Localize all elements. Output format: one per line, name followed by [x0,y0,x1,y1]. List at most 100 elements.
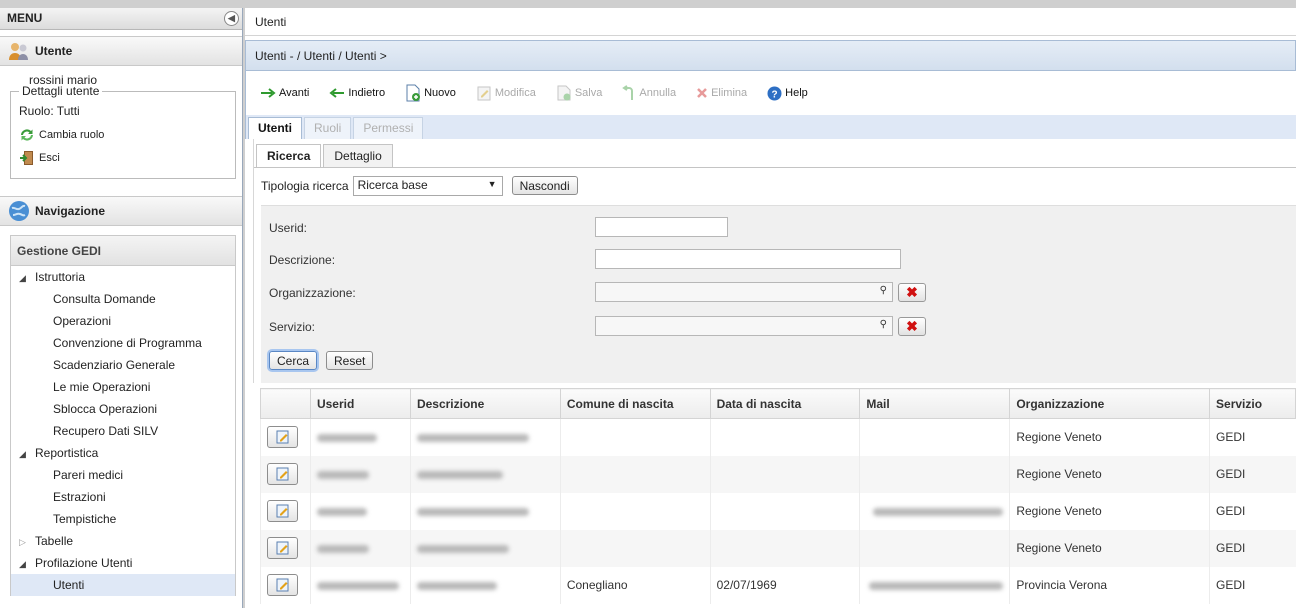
tree-node-reportistica[interactable]: ◢ Reportistica [11,442,235,464]
tree-item-convenzione-di-programma[interactable]: Convenzione di Programma [11,332,235,354]
redacted-descrizione [416,470,503,479]
redacted-userid [316,581,399,590]
clear-servizio-button[interactable]: ✖ [898,317,926,336]
expanded-arrow-icon[interactable]: ◢ [19,267,35,289]
tree-node-istruttoria[interactable]: ◢ Istruttoria [11,266,235,288]
organizzazione-input[interactable]: ⚲ [595,282,893,302]
tab-ruoli[interactable]: Ruoli [304,117,352,139]
cell-comune [559,492,711,530]
tree-item-consulta-domande[interactable]: Consulta Domande [11,288,235,310]
edit-icon [276,467,288,481]
group-gestione-gedi[interactable]: Gestione GEDI [10,235,236,266]
dropdown-arrow-icon: ▼ [487,178,497,189]
change-role-link[interactable]: Cambia ruolo [19,124,227,146]
expanded-arrow-icon[interactable]: ◢ [19,553,35,575]
tree-item-scadenziario-generale[interactable]: Scadenziario Generale [11,354,235,376]
descrizione-input[interactable] [595,249,901,269]
table-row: Conegliano 02/07/1969 Provincia Verona G… [260,566,1296,604]
collapse-menu-icon[interactable]: ◀ [224,11,239,26]
tree-item-le-mie-operazioni[interactable]: Le mie Operazioni [11,376,235,398]
column-header-servizio[interactable]: Servizio [1209,388,1296,419]
toolbar: Avanti Indietro Nuovo Modifica Salva Ann… [245,71,1296,115]
table-row: Regione Veneto GEDI [260,418,1296,456]
tab-utenti[interactable]: Utenti [248,117,302,139]
edit-row-button[interactable] [267,500,298,522]
tree-item-pareri-medici[interactable]: Pareri medici [11,464,235,486]
cell-organizzazione: Regione Veneto [1009,455,1210,493]
window-title: Utenti [245,8,1296,36]
nascondi-button[interactable]: Nascondi [511,176,578,195]
column-header-descrizione[interactable]: Descrizione [409,388,561,419]
edit-row-button[interactable] [267,463,298,485]
column-header-data-nascita[interactable]: Data di nascita [709,388,861,419]
edit-row-button[interactable] [267,426,298,449]
undo-icon [622,85,634,100]
edit-icon [276,541,288,555]
sidebar: MENU ◀ Utente rossini mario Dettagli ute… [0,8,243,608]
tree-item-tempistiche[interactable]: Tempistiche [11,508,235,530]
user-panel-title: Utente [35,44,73,58]
tree-item-estrazioni[interactable]: Estrazioni [11,486,235,508]
descrizione-label: Descrizione: [269,253,336,267]
cell-organizzazione: Regione Veneto [1009,492,1210,530]
redacted-mail [869,581,1004,590]
close-icon: ✖ [906,284,918,300]
column-header-organizzazione[interactable]: Organizzazione [1009,388,1211,419]
user-details: Dettagli utente Ruolo: Tutti Cambia ruol… [10,84,236,179]
column-header-userid[interactable]: Userid [309,388,411,419]
edit-row-button[interactable] [267,537,298,559]
modifica-button[interactable]: Modifica [476,85,536,101]
column-header-mail[interactable]: Mail [859,388,1011,419]
search-icon[interactable]: ⚲ [880,319,887,330]
cell-organizzazione: Provincia Verona [1009,566,1210,604]
cell-organizzazione: Regione Veneto [1009,529,1210,567]
collapsed-arrow-icon[interactable]: ▷ [19,531,35,553]
clear-organizzazione-button[interactable]: ✖ [898,283,926,302]
cell-comune [559,529,711,567]
logout-link[interactable]: Esci [19,146,227,170]
servizio-input[interactable]: ⚲ [595,316,893,336]
annulla-button[interactable]: Annulla [622,85,676,101]
tab-dettaglio[interactable]: Dettaglio [323,144,393,167]
servizio-label: Servizio: [269,320,316,334]
avanti-button[interactable]: Avanti [260,87,309,99]
redacted-descrizione [416,507,529,516]
edit-icon [276,430,288,444]
tree-node-tabelle[interactable]: ▷ Tabelle [11,530,235,552]
exit-door-icon [20,151,33,165]
expanded-arrow-icon[interactable]: ◢ [19,443,35,465]
edit-row-button[interactable] [267,574,298,596]
redacted-descrizione [416,434,529,443]
redacted-descrizione [416,581,497,590]
search-type-select[interactable]: Ricerca base ▼ [352,175,503,196]
cell-comune [559,455,711,493]
table-row: Regione Veneto GEDI [260,492,1296,530]
userid-input[interactable] [595,217,728,237]
nuovo-button[interactable]: Nuovo [405,84,456,102]
column-header-comune[interactable]: Comune di nascita [559,388,711,419]
tab-ricerca[interactable]: Ricerca [256,144,322,167]
cell-servizio: GEDI [1209,455,1296,493]
reset-button[interactable]: Reset [326,351,374,370]
elimina-button[interactable]: Elimina [696,87,747,99]
user-icon [9,43,28,60]
tab-permessi[interactable]: Permessi [353,117,424,139]
tree-item-operazioni[interactable]: Operazioni [11,310,235,332]
change-role-label: Cambia ruolo [39,129,105,141]
user-panel-header[interactable]: Utente [0,36,242,66]
user-details-legend: Dettagli utente [22,84,100,98]
tree-node-profilazione-utenti[interactable]: ◢ Profilazione Utenti [11,552,235,574]
tree-item-sblocca-operazioni[interactable]: Sblocca Operazioni [11,398,235,420]
salva-button[interactable]: Salva [556,85,602,101]
cell-servizio: GEDI [1209,418,1296,456]
help-button[interactable]: ? Help [767,86,808,101]
tree-item-recupero-dati-silv[interactable]: Recupero Dati SILV [11,420,235,442]
search-icon[interactable]: ⚲ [880,285,887,296]
indietro-button[interactable]: Indietro [329,87,385,99]
refresh-icon [21,129,33,141]
tree-item-utenti[interactable]: Utenti [11,574,235,596]
redacted-userid [316,434,377,443]
cerca-button[interactable]: Cerca [269,351,318,370]
search-type-bar: Tipologia ricerca Ricerca base ▼ Nascond… [254,167,1296,203]
navigation-panel-header[interactable]: Navigazione [0,196,242,226]
